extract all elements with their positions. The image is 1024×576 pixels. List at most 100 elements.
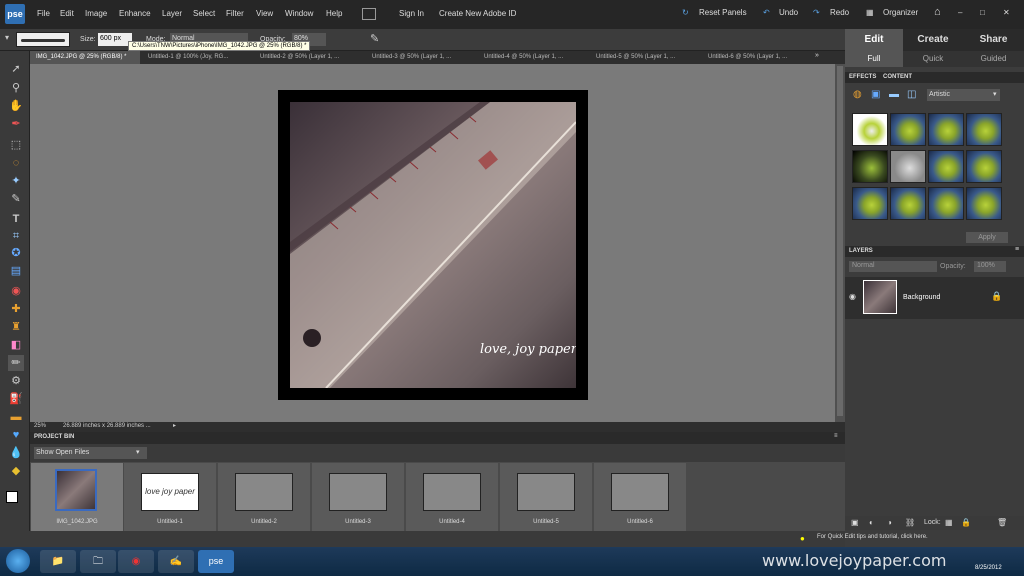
- sign-in-link[interactable]: Sign In: [399, 9, 424, 18]
- effect-thumbnail[interactable]: [852, 187, 888, 220]
- tab-untitled-4[interactable]: Untitled-4 @ 50% (Layer 1, ...: [478, 51, 588, 64]
- all-effects-icon[interactable]: ◫: [907, 89, 916, 100]
- tab-untitled-2[interactable]: Untitled-2 @ 50% (Layer 1, ...: [254, 51, 364, 64]
- vertical-scrollbar[interactable]: [835, 64, 845, 422]
- home-icon[interactable]: ⌂: [934, 6, 941, 18]
- size-input[interactable]: 600 px: [98, 33, 132, 46]
- chrome-icon[interactable]: ◉: [118, 550, 154, 573]
- status-menu-icon[interactable]: ▸: [173, 422, 176, 429]
- bin-thumbnail[interactable]: Untitled-6: [594, 463, 686, 531]
- menu-window[interactable]: Window: [285, 9, 313, 18]
- effect-thumbnail[interactable]: [852, 113, 888, 146]
- bin-thumbnail[interactable]: IMG_1042.JPG: [31, 463, 123, 531]
- effects-category-select[interactable]: Artistic: [927, 89, 1000, 101]
- menu-file[interactable]: File: [37, 9, 50, 18]
- airbrush-icon[interactable]: ✎: [370, 32, 379, 45]
- smart-brush-tool-icon[interactable]: ⚙: [8, 373, 24, 389]
- quick-selection-tool-icon[interactable]: ✎: [8, 191, 24, 207]
- organizer-button[interactable]: Organizer: [883, 8, 918, 17]
- lasso-tool-icon[interactable]: ◌: [8, 155, 24, 171]
- blur-tool-icon[interactable]: 💧: [8, 445, 24, 461]
- folder-icon[interactable]: 🗀: [80, 550, 116, 573]
- type-tool-icon[interactable]: T: [8, 211, 24, 227]
- straighten-tool-icon[interactable]: ▤: [8, 263, 24, 279]
- photo-effects-icon[interactable]: ▬: [889, 89, 899, 100]
- maximize-icon[interactable]: □: [980, 8, 985, 17]
- cookie-cutter-tool-icon[interactable]: ✪: [8, 245, 24, 261]
- menu-filter[interactable]: Filter: [226, 9, 244, 18]
- create-id-link[interactable]: Create New Adobe ID: [439, 9, 516, 18]
- mask-icon[interactable]: ◑: [887, 518, 892, 527]
- tab-untitled-1[interactable]: Untitled-1 @ 100% (Joy, RG...: [142, 51, 252, 64]
- eraser-tool-icon[interactable]: ◧: [8, 337, 24, 353]
- visibility-icon[interactable]: ◉: [849, 292, 856, 301]
- quick-edit-hint[interactable]: For Quick Edit tips and tutorial, click …: [817, 534, 928, 540]
- content-tab[interactable]: CONTENT: [883, 74, 912, 80]
- zoom-level[interactable]: 25%: [34, 423, 46, 429]
- menu-help[interactable]: Help: [326, 9, 342, 18]
- bin-thumbnail[interactable]: love joy paper Untitled-1: [124, 463, 216, 531]
- menu-edit[interactable]: Edit: [60, 9, 74, 18]
- spot-healing-tool-icon[interactable]: ✚: [8, 301, 24, 317]
- show-open-files-select[interactable]: Show Open Files: [34, 447, 147, 459]
- hand-tool-icon[interactable]: ✋: [8, 98, 24, 114]
- subtab-full[interactable]: Full: [845, 51, 903, 67]
- effect-thumbnail[interactable]: [928, 187, 964, 220]
- link-icon[interactable]: ⛓: [905, 518, 915, 527]
- clone-stamp-tool-icon[interactable]: ♜: [8, 319, 24, 335]
- menu-enhance[interactable]: Enhance: [119, 9, 151, 18]
- apply-button[interactable]: Apply: [966, 232, 1008, 243]
- menu-select[interactable]: Select: [193, 9, 215, 18]
- app-logo[interactable]: pse: [5, 4, 25, 24]
- explorer-icon[interactable]: 📁: [40, 550, 76, 573]
- effect-thumbnail[interactable]: [966, 150, 1002, 183]
- filters-icon[interactable]: ◍: [853, 89, 862, 100]
- document-image[interactable]: love, joy paper: [278, 90, 588, 400]
- pse-taskbar-button[interactable]: pse: [198, 550, 234, 573]
- gradient-tool-icon[interactable]: ▬: [8, 409, 24, 425]
- sponge-tool-icon[interactable]: ◆: [8, 463, 24, 479]
- app-icon[interactable]: ✍: [158, 550, 194, 573]
- effect-thumbnail[interactable]: [852, 150, 888, 183]
- effect-thumbnail[interactable]: [890, 187, 926, 220]
- effect-thumbnail[interactable]: [890, 150, 926, 183]
- tab-create[interactable]: Create: [903, 29, 963, 51]
- tab-edit[interactable]: Edit: [845, 29, 903, 51]
- bin-thumbnail[interactable]: Untitled-2: [218, 463, 310, 531]
- trash-icon[interactable]: 🗑: [997, 518, 1007, 527]
- brush-preview[interactable]: [16, 32, 70, 47]
- arrange-icon[interactable]: [362, 8, 376, 20]
- red-eye-tool-icon[interactable]: ◉: [8, 283, 24, 299]
- subtab-guided[interactable]: Guided: [963, 51, 1024, 67]
- layer-row[interactable]: ◉ Background 🔒: [845, 277, 1024, 319]
- effect-thumbnail[interactable]: [966, 187, 1002, 220]
- close-icon[interactable]: ✕: [1003, 8, 1010, 17]
- bin-thumbnail[interactable]: Untitled-3: [312, 463, 404, 531]
- brush-preset-icon[interactable]: ▾: [5, 33, 15, 45]
- new-adjustment-icon[interactable]: ◐: [869, 518, 874, 527]
- minimize-icon[interactable]: –: [958, 8, 962, 17]
- layers-menu-icon[interactable]: ≡: [1015, 246, 1019, 253]
- brush-tool-icon[interactable]: ✏: [8, 355, 24, 371]
- reset-panels-button[interactable]: Reset Panels: [699, 8, 747, 17]
- new-layer-icon[interactable]: ▣: [851, 518, 859, 527]
- menu-image[interactable]: Image: [85, 9, 107, 18]
- crop-tool-icon[interactable]: ⌗: [8, 228, 24, 244]
- tabs-overflow-icon[interactable]: »: [815, 52, 819, 59]
- subtab-quick[interactable]: Quick: [903, 51, 963, 67]
- effects-tab[interactable]: EFFECTS: [849, 74, 876, 80]
- shape-tool-icon[interactable]: ♥: [8, 427, 24, 443]
- layer-styles-icon[interactable]: ▣: [871, 89, 880, 100]
- blend-mode-select[interactable]: Normal: [849, 261, 937, 272]
- tab-untitled-6[interactable]: Untitled-6 @ 50% (Layer 1, ...: [702, 51, 812, 64]
- tab-untitled-5[interactable]: Untitled-5 @ 50% (Layer 1, ...: [590, 51, 700, 64]
- effect-thumbnail[interactable]: [966, 113, 1002, 146]
- redo-button[interactable]: Redo: [830, 8, 849, 17]
- lock-all-icon[interactable]: 🔒: [961, 518, 971, 527]
- bin-thumbnail[interactable]: Untitled-5: [500, 463, 592, 531]
- paint-bucket-tool-icon[interactable]: ⛽: [8, 391, 24, 407]
- magic-wand-tool-icon[interactable]: ✦: [8, 173, 24, 189]
- move-tool-icon[interactable]: ➚: [8, 61, 24, 77]
- start-button[interactable]: [6, 549, 30, 573]
- effect-thumbnail[interactable]: [928, 150, 964, 183]
